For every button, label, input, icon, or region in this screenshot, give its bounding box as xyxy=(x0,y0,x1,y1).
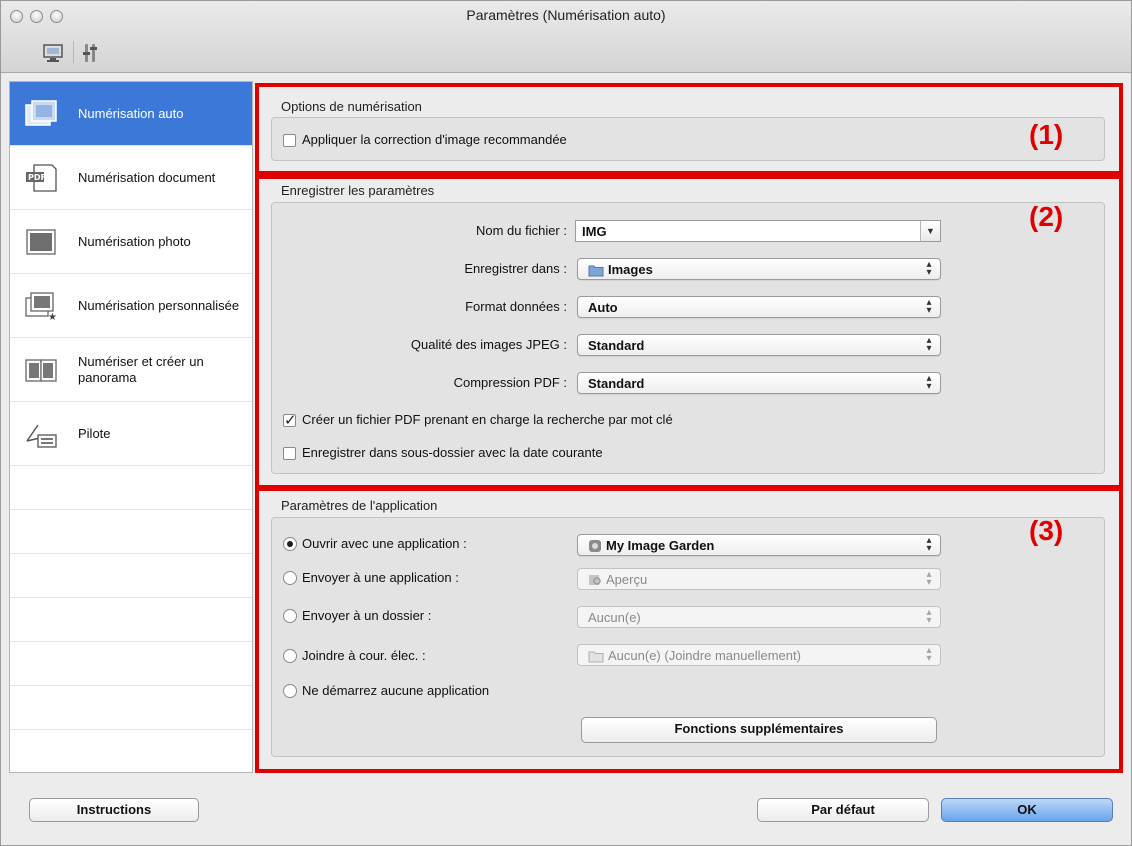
sidebar-item-label: Numérisation personnalisée xyxy=(78,297,240,313)
sidebar-empty-row xyxy=(10,466,252,510)
sidebar-empty-row xyxy=(10,554,252,598)
sidebar-item-auto-scan[interactable]: Numérisation auto xyxy=(10,82,252,146)
pdf-document-icon: PDF xyxy=(24,162,58,194)
panorama-icon xyxy=(24,354,58,386)
sidebar-item-driver[interactable]: Pilote xyxy=(10,402,252,466)
sidebar-item-label: Numériser et créer un panorama xyxy=(78,353,204,385)
settings-window: Paramètres (Numérisation auto) Numérisat… xyxy=(0,0,1132,846)
sidebar-item-label: Numérisation auto xyxy=(78,105,184,121)
defaults-button[interactable]: Par défaut xyxy=(757,798,929,822)
toolbar-divider xyxy=(73,41,74,63)
auto-scan-icon xyxy=(24,98,58,130)
sidebar-empty-row xyxy=(10,686,252,730)
sidebar-item-label: Numérisation photo xyxy=(78,233,191,249)
svg-text:★: ★ xyxy=(48,312,57,321)
svg-text:PDF: PDF xyxy=(28,173,46,182)
sidebar-item-label: Pilote xyxy=(78,425,111,441)
general-settings-icon[interactable] xyxy=(79,41,103,65)
sidebar-item-panorama-scan[interactable]: Numériser et créer un panorama xyxy=(10,338,252,402)
sidebar-empty-row xyxy=(10,642,252,686)
ok-button[interactable]: OK xyxy=(941,798,1113,822)
photo-icon xyxy=(24,226,58,258)
window-title: Paramètres (Numérisation auto) xyxy=(466,7,666,23)
driver-icon xyxy=(24,418,58,450)
highlight-box-1 xyxy=(255,83,1123,175)
sidebar-empty-row xyxy=(10,510,252,554)
highlight-box-3 xyxy=(255,487,1123,773)
highlight-box-2 xyxy=(255,175,1123,489)
sidebar-item-document-scan[interactable]: PDF Numérisation document xyxy=(10,146,252,210)
sidebar-item-photo-scan[interactable]: Numérisation photo xyxy=(10,210,252,274)
sidebar-item-label: Numérisation document xyxy=(78,169,216,185)
custom-scan-icon: ★ xyxy=(24,290,58,322)
sidebar-item-custom-scan[interactable]: ★ Numérisation personnalisée xyxy=(10,274,252,338)
scan-mode-sidebar: Numérisation auto PDF Numérisation docum… xyxy=(9,81,253,773)
scan-from-computer-icon[interactable] xyxy=(41,41,65,65)
sidebar-empty-row xyxy=(10,598,252,642)
instructions-button[interactable]: Instructions xyxy=(29,798,199,822)
title-bar: Paramètres (Numérisation auto) xyxy=(1,1,1131,73)
